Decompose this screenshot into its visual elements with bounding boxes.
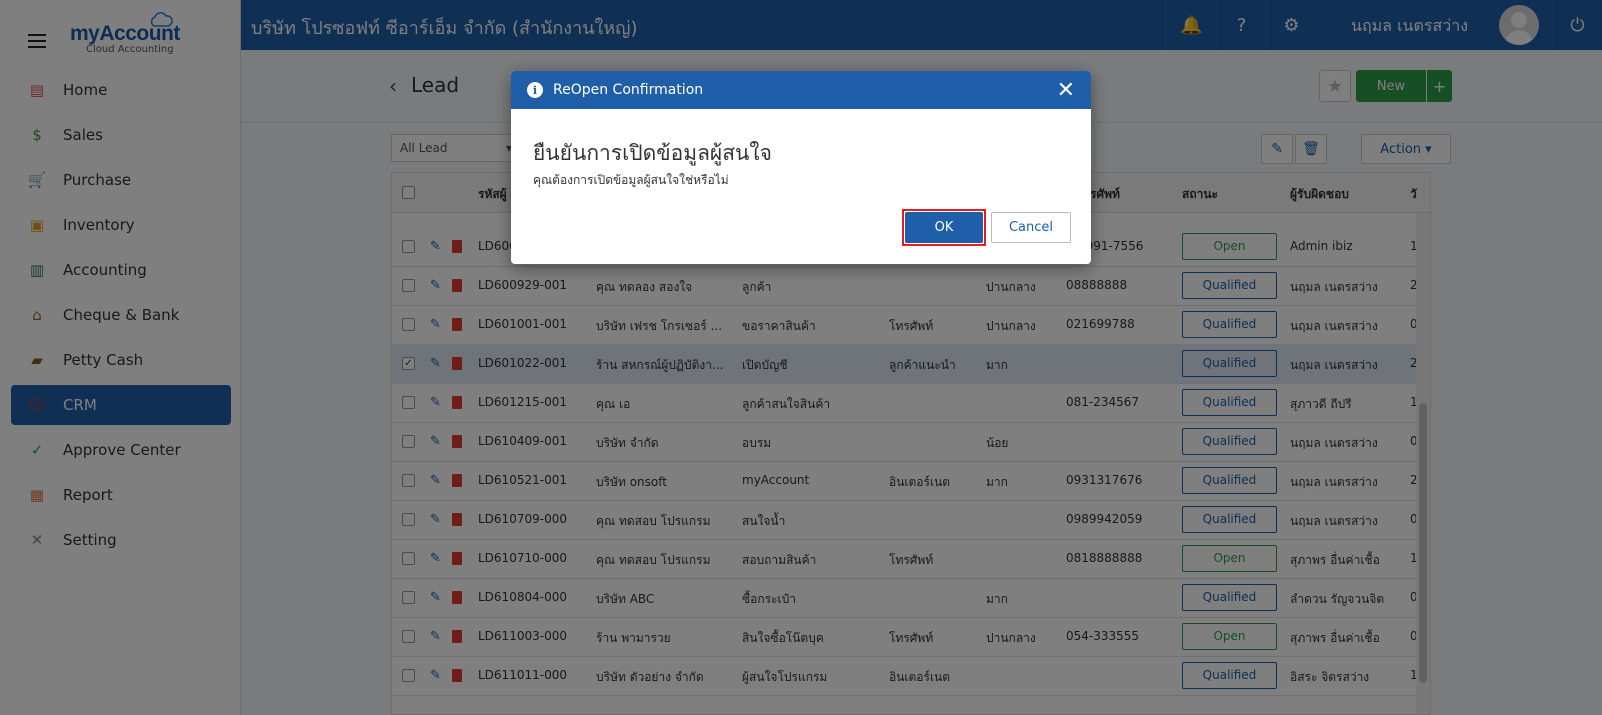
dialog-title: ยืนยันการเปิดข้อมูลผู้สนใจ [533, 141, 772, 165]
info-icon: i [527, 82, 543, 98]
dialog-message: คุณต้องการเปิดข้อมูลผู้สนใจใช่หรือไม่ [533, 173, 729, 187]
reopen-confirmation-dialog: i ReOpen Confirmation ✕ ยืนยันการเปิดข้อ… [511, 71, 1091, 264]
close-icon[interactable]: ✕ [1057, 78, 1075, 103]
dialog-header: i ReOpen Confirmation ✕ [511, 71, 1091, 109]
dialog-header-title: ReOpen Confirmation [553, 82, 704, 98]
ok-button[interactable]: OK [905, 212, 983, 243]
cancel-button[interactable]: Cancel [991, 212, 1071, 243]
